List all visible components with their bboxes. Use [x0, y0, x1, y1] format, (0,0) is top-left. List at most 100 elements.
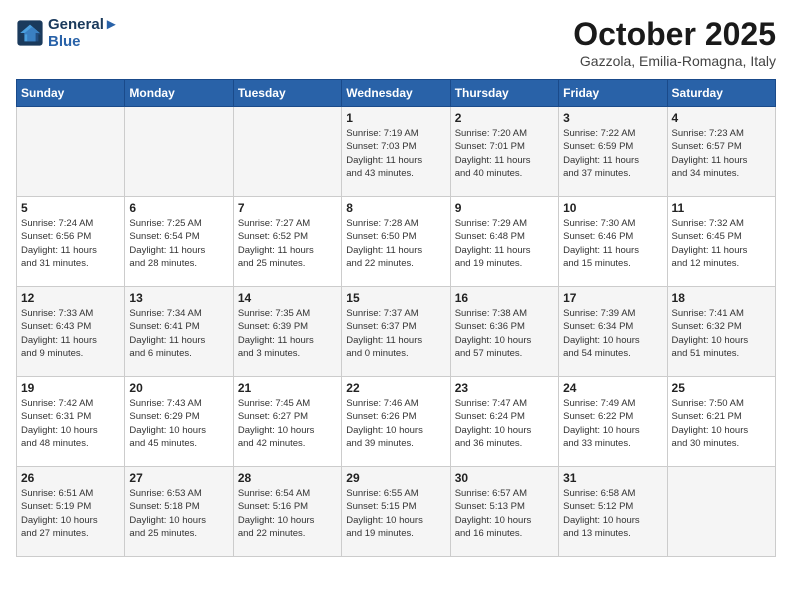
calendar-body: 1 Sunrise: 7:19 AM Sunset: 7:03 PM Daylig…	[17, 107, 776, 557]
calendar-cell: 22Sunrise: 7:46 AM Sunset: 6:26 PM Dayli…	[342, 377, 450, 467]
calendar-cell: 17Sunrise: 7:39 AM Sunset: 6:34 PM Dayli…	[559, 287, 667, 377]
logo-icon	[16, 19, 44, 47]
day-info: Sunrise: 7:33 AM Sunset: 6:43 PM Dayligh…	[21, 307, 120, 360]
day-number: 19	[21, 381, 120, 395]
day-info: Sunrise: 6:58 AM Sunset: 5:12 PM Dayligh…	[563, 487, 662, 540]
day-info: Sunrise: 6:53 AM Sunset: 5:18 PM Dayligh…	[129, 487, 228, 540]
calendar-cell: 1 Sunrise: 7:19 AM Sunset: 7:03 PM Daylig…	[342, 107, 450, 197]
column-header-tuesday: Tuesday	[233, 80, 341, 107]
calendar-cell: 7 Sunrise: 7:27 AM Sunset: 6:52 PM Daylig…	[233, 197, 341, 287]
calendar-cell	[667, 467, 775, 557]
day-info: Sunrise: 7:29 AM Sunset: 6:48 PM Dayligh…	[455, 217, 554, 270]
day-info: Sunrise: 7:22 AM Sunset: 6:59 PM Dayligh…	[563, 127, 662, 180]
month-title: October 2025	[573, 16, 776, 53]
day-info: Sunrise: 7:28 AM Sunset: 6:50 PM Dayligh…	[346, 217, 445, 270]
day-number: 22	[346, 381, 445, 395]
day-info: Sunrise: 6:57 AM Sunset: 5:13 PM Dayligh…	[455, 487, 554, 540]
day-number: 24	[563, 381, 662, 395]
calendar-cell: 3 Sunrise: 7:22 AM Sunset: 6:59 PM Daylig…	[559, 107, 667, 197]
logo-text: General► Blue	[48, 16, 119, 50]
calendar-cell: 29Sunrise: 6:55 AM Sunset: 5:15 PM Dayli…	[342, 467, 450, 557]
calendar-cell: 14Sunrise: 7:35 AM Sunset: 6:39 PM Dayli…	[233, 287, 341, 377]
calendar-cell: 8 Sunrise: 7:28 AM Sunset: 6:50 PM Daylig…	[342, 197, 450, 287]
day-number: 2	[455, 111, 554, 125]
day-number: 13	[129, 291, 228, 305]
calendar-cell: 6 Sunrise: 7:25 AM Sunset: 6:54 PM Daylig…	[125, 197, 233, 287]
day-info: Sunrise: 7:34 AM Sunset: 6:41 PM Dayligh…	[129, 307, 228, 360]
column-header-saturday: Saturday	[667, 80, 775, 107]
day-info: Sunrise: 7:45 AM Sunset: 6:27 PM Dayligh…	[238, 397, 337, 450]
day-info: Sunrise: 7:39 AM Sunset: 6:34 PM Dayligh…	[563, 307, 662, 360]
column-header-friday: Friday	[559, 80, 667, 107]
calendar-cell: 24 Sunrise: 7:49 AM Sunset: 6:22 PM Dayli…	[559, 377, 667, 467]
column-header-wednesday: Wednesday	[342, 80, 450, 107]
day-number: 20	[129, 381, 228, 395]
day-info: Sunrise: 7:20 AM Sunset: 7:01 PM Dayligh…	[455, 127, 554, 180]
calendar-cell	[17, 107, 125, 197]
day-number: 31	[563, 471, 662, 485]
day-number: 26	[21, 471, 120, 485]
calendar-cell: 31 Sunrise: 6:58 AM Sunset: 5:12 PM Dayli…	[559, 467, 667, 557]
day-info: Sunrise: 7:49 AM Sunset: 6:22 PM Dayligh…	[563, 397, 662, 450]
calendar-header-row: SundayMondayTuesdayWednesdayThursdayFrid…	[17, 80, 776, 107]
calendar-cell	[233, 107, 341, 197]
page-header: General► Blue October 2025 Gazzola, Emil…	[16, 16, 776, 69]
day-info: Sunrise: 7:27 AM Sunset: 6:52 PM Dayligh…	[238, 217, 337, 270]
calendar-week-row: 26Sunrise: 6:51 AM Sunset: 5:19 PM Dayli…	[17, 467, 776, 557]
day-info: Sunrise: 7:25 AM Sunset: 6:54 PM Dayligh…	[129, 217, 228, 270]
day-info: Sunrise: 7:43 AM Sunset: 6:29 PM Dayligh…	[129, 397, 228, 450]
calendar-table: SundayMondayTuesdayWednesdayThursdayFrid…	[16, 79, 776, 557]
day-info: Sunrise: 7:19 AM Sunset: 7:03 PM Dayligh…	[346, 127, 445, 180]
title-block: October 2025 Gazzola, Emilia-Romagna, It…	[573, 16, 776, 69]
calendar-cell: 5 Sunrise: 7:24 AM Sunset: 6:56 PM Daylig…	[17, 197, 125, 287]
calendar-cell: 9 Sunrise: 7:29 AM Sunset: 6:48 PM Daylig…	[450, 197, 558, 287]
calendar-cell: 15Sunrise: 7:37 AM Sunset: 6:37 PM Dayli…	[342, 287, 450, 377]
day-number: 1	[346, 111, 445, 125]
calendar-cell: 11 Sunrise: 7:32 AM Sunset: 6:45 PM Dayli…	[667, 197, 775, 287]
calendar-week-row: 5 Sunrise: 7:24 AM Sunset: 6:56 PM Daylig…	[17, 197, 776, 287]
day-info: Sunrise: 7:38 AM Sunset: 6:36 PM Dayligh…	[455, 307, 554, 360]
day-info: Sunrise: 7:42 AM Sunset: 6:31 PM Dayligh…	[21, 397, 120, 450]
calendar-cell: 27Sunrise: 6:53 AM Sunset: 5:18 PM Dayli…	[125, 467, 233, 557]
day-number: 28	[238, 471, 337, 485]
day-info: Sunrise: 6:54 AM Sunset: 5:16 PM Dayligh…	[238, 487, 337, 540]
day-number: 18	[672, 291, 771, 305]
day-number: 16	[455, 291, 554, 305]
calendar-cell: 13 Sunrise: 7:34 AM Sunset: 6:41 PM Dayli…	[125, 287, 233, 377]
calendar-cell: 19 Sunrise: 7:42 AM Sunset: 6:31 PM Dayli…	[17, 377, 125, 467]
day-number: 3	[563, 111, 662, 125]
day-number: 14	[238, 291, 337, 305]
day-number: 6	[129, 201, 228, 215]
calendar-week-row: 1 Sunrise: 7:19 AM Sunset: 7:03 PM Daylig…	[17, 107, 776, 197]
calendar-cell: 21Sunrise: 7:45 AM Sunset: 6:27 PM Dayli…	[233, 377, 341, 467]
calendar-cell: 30Sunrise: 6:57 AM Sunset: 5:13 PM Dayli…	[450, 467, 558, 557]
calendar-cell: 25Sunrise: 7:50 AM Sunset: 6:21 PM Dayli…	[667, 377, 775, 467]
calendar-cell: 16 Sunrise: 7:38 AM Sunset: 6:36 PM Dayli…	[450, 287, 558, 377]
day-info: Sunrise: 7:30 AM Sunset: 6:46 PM Dayligh…	[563, 217, 662, 270]
day-number: 10	[563, 201, 662, 215]
day-number: 9	[455, 201, 554, 215]
day-number: 8	[346, 201, 445, 215]
calendar-week-row: 19 Sunrise: 7:42 AM Sunset: 6:31 PM Dayli…	[17, 377, 776, 467]
day-info: Sunrise: 7:47 AM Sunset: 6:24 PM Dayligh…	[455, 397, 554, 450]
day-info: Sunrise: 6:55 AM Sunset: 5:15 PM Dayligh…	[346, 487, 445, 540]
day-info: Sunrise: 7:41 AM Sunset: 6:32 PM Dayligh…	[672, 307, 771, 360]
day-number: 11	[672, 201, 771, 215]
day-number: 23	[455, 381, 554, 395]
day-number: 5	[21, 201, 120, 215]
day-info: Sunrise: 7:32 AM Sunset: 6:45 PM Dayligh…	[672, 217, 771, 270]
calendar-week-row: 12Sunrise: 7:33 AM Sunset: 6:43 PM Dayli…	[17, 287, 776, 377]
day-number: 4	[672, 111, 771, 125]
day-info: Sunrise: 7:23 AM Sunset: 6:57 PM Dayligh…	[672, 127, 771, 180]
calendar-cell: 28 Sunrise: 6:54 AM Sunset: 5:16 PM Dayli…	[233, 467, 341, 557]
day-number: 7	[238, 201, 337, 215]
column-header-thursday: Thursday	[450, 80, 558, 107]
calendar-cell: 10 Sunrise: 7:30 AM Sunset: 6:46 PM Dayli…	[559, 197, 667, 287]
day-info: Sunrise: 7:50 AM Sunset: 6:21 PM Dayligh…	[672, 397, 771, 450]
day-info: Sunrise: 7:24 AM Sunset: 6:56 PM Dayligh…	[21, 217, 120, 270]
day-number: 15	[346, 291, 445, 305]
logo: General► Blue	[16, 16, 119, 50]
calendar-cell: 4 Sunrise: 7:23 AM Sunset: 6:57 PM Daylig…	[667, 107, 775, 197]
column-header-sunday: Sunday	[17, 80, 125, 107]
calendar-cell	[125, 107, 233, 197]
